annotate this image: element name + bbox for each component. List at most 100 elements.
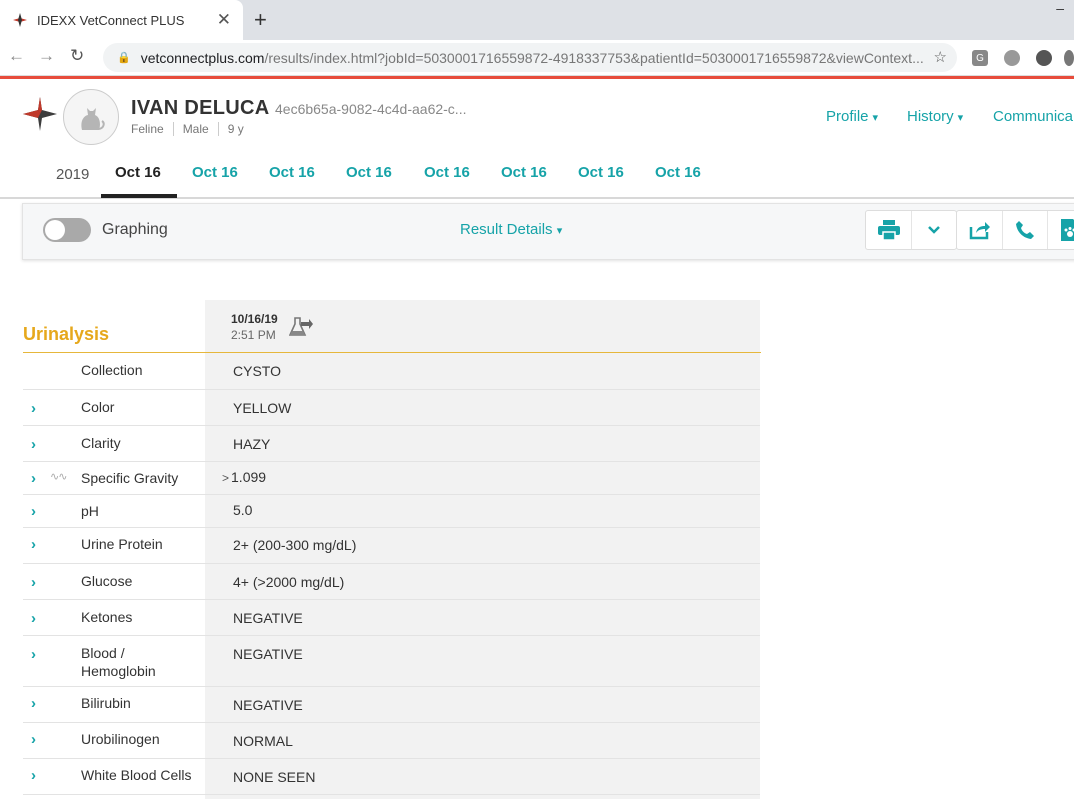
chevron-right-icon[interactable]: › <box>31 503 36 520</box>
call-button[interactable] <box>1002 211 1047 249</box>
chevron-right-icon[interactable]: › <box>31 646 36 663</box>
test-value: CYSTO <box>233 363 281 379</box>
print-options-button[interactable] <box>911 211 956 249</box>
chevron-right-icon[interactable]: › <box>31 767 36 784</box>
table-row[interactable]: › ∿∿ Specific Gravity >1.099 <box>23 462 760 495</box>
table-row[interactable]: › Urine Protein 2+ (200-300 mg/dL) <box>23 528 760 564</box>
chevron-right-icon[interactable]: › <box>31 536 36 553</box>
tab-title: IDEXX VetConnect PLUS <box>37 12 185 28</box>
url-host: vetconnectplus.com <box>140 49 265 66</box>
history-menu[interactable]: History ▾ <box>907 108 963 125</box>
date-tab[interactable]: Oct 16 <box>346 164 392 181</box>
chevron-right-icon[interactable]: › <box>31 731 36 748</box>
date-tab[interactable]: Oct 16 <box>424 164 470 181</box>
minimize-icon[interactable]: – <box>1056 0 1064 16</box>
url-input[interactable]: 🔒 vetconnectplus.com/results/index.html?… <box>103 43 957 72</box>
pet-report-button[interactable] <box>1047 211 1074 249</box>
chevron-right-icon[interactable]: › <box>31 470 36 487</box>
test-name: Bilirubin <box>81 695 131 711</box>
test-name: White Blood Cells <box>81 767 192 783</box>
table-row[interactable]: › Color YELLOW <box>23 390 760 426</box>
date-tab[interactable]: Oct 16 <box>578 164 624 181</box>
table-row[interactable]: › Glucose 4+ (>2000 mg/dL) <box>23 564 760 600</box>
test-name: Urobilinogen <box>81 731 160 747</box>
phone-icon <box>1016 221 1034 239</box>
test-value: NONE SEEN <box>233 769 316 785</box>
patient-age: 9 y <box>217 122 253 136</box>
table-row[interactable]: › Bilirubin NEGATIVE <box>23 687 760 723</box>
action-group <box>956 210 1074 250</box>
active-tab-indicator <box>101 194 177 198</box>
communications-label: Communica <box>993 108 1074 125</box>
patient-meta: Feline Male 9 y <box>131 122 253 136</box>
test-name: Color <box>81 399 115 415</box>
test-name: Blood / Hemoglobin <box>81 645 156 679</box>
share-icon <box>969 222 990 240</box>
date-tab[interactable]: Oct 16 <box>501 164 547 181</box>
graphing-toggle[interactable] <box>43 218 91 242</box>
extension-circle-icon[interactable] <box>1036 50 1052 66</box>
test-name: Specific Gravity <box>81 470 179 486</box>
lock-icon: 🔒 <box>117 52 131 64</box>
back-icon[interactable]: ← <box>8 46 25 66</box>
new-tab-icon[interactable]: + <box>254 9 267 31</box>
reload-icon[interactable]: ↻ <box>70 46 84 66</box>
browser-tabbar: IDEXX VetConnect PLUS ✕ + – <box>0 0 1074 40</box>
trend-icon[interactable]: ∿∿ <box>50 470 67 483</box>
table-row[interactable]: › Blood / Hemoglobin NEGATIVE <box>23 636 760 687</box>
history-label: History <box>907 108 954 125</box>
extension-partial-icon[interactable] <box>1064 50 1074 66</box>
table-row[interactable]: › White Blood Cells NONE SEEN <box>23 759 760 795</box>
chevron-down-icon: ▾ <box>872 112 879 124</box>
date-tabs: 2019 Oct 16 Oct 16 Oct 16 Oct 16 Oct 16 … <box>0 152 1074 199</box>
idexx-logo-icon[interactable] <box>23 97 57 131</box>
share-button[interactable] <box>957 211 1002 249</box>
test-value: YELLOW <box>233 400 292 416</box>
print-button[interactable] <box>866 211 911 249</box>
extension-g-icon[interactable]: G <box>972 50 988 66</box>
chevron-right-icon[interactable]: › <box>31 574 36 591</box>
toggle-knob <box>45 220 65 240</box>
result-details-label: Result Details <box>460 221 553 238</box>
pet-document-icon <box>1061 219 1074 241</box>
table-row: Collection CYSTO <box>23 353 760 390</box>
profile-menu[interactable]: Profile ▾ <box>826 108 878 125</box>
date-tab[interactable]: Oct 16 <box>269 164 315 181</box>
test-name: pH <box>81 503 99 519</box>
chevron-right-icon[interactable]: › <box>31 400 36 417</box>
chevron-down-icon <box>928 226 940 234</box>
chevron-right-icon[interactable]: › <box>31 436 36 453</box>
result-time: 2:51 PM <box>231 328 276 342</box>
test-value: NEGATIVE <box>233 610 303 626</box>
communications-menu[interactable]: Communica <box>993 108 1073 125</box>
test-name: Ketones <box>81 609 133 625</box>
date-tab-active[interactable]: Oct 16 <box>115 164 161 181</box>
test-name: Clarity <box>81 435 121 451</box>
url-path: /results/index.html?jobId=50300017165598… <box>264 49 924 66</box>
brand-line <box>0 76 1074 79</box>
table-row[interactable]: › Urobilinogen NORMAL <box>23 723 760 759</box>
results-toolbar: Graphing Result Details ▾ <box>22 203 1074 260</box>
chevron-right-icon[interactable]: › <box>31 610 36 627</box>
chevron-right-icon[interactable]: › <box>31 695 36 712</box>
lab-flask-icon[interactable] <box>288 316 313 343</box>
year-label: 2019 <box>56 166 90 183</box>
test-value: 4+ (>2000 mg/dL) <box>233 574 345 590</box>
patient-name: IVAN DELUCA <box>131 97 270 119</box>
extension-ghost-icon[interactable] <box>1004 50 1020 66</box>
table-row[interactable]: › pH 5.0 <box>23 495 760 528</box>
test-value: HAZY <box>233 436 271 452</box>
close-tab-icon[interactable]: ✕ <box>217 11 231 28</box>
address-bar: ← → ↻ 🔒 vetconnectplus.com/results/index… <box>0 40 1074 76</box>
result-details-dropdown[interactable]: Result Details ▾ <box>460 221 562 238</box>
table-row[interactable]: › Ketones NEGATIVE <box>23 600 760 636</box>
date-tab[interactable]: Oct 16 <box>655 164 701 181</box>
browser-tab[interactable]: IDEXX VetConnect PLUS ✕ <box>0 0 243 40</box>
forward-icon[interactable]: → <box>38 46 55 66</box>
cat-icon <box>81 108 105 130</box>
table-row[interactable]: › Clarity HAZY <box>23 426 760 462</box>
bookmark-star-icon[interactable]: ☆ <box>934 48 947 66</box>
date-tab[interactable]: Oct 16 <box>192 164 238 181</box>
chevron-down-icon: ▾ <box>556 225 563 237</box>
print-group <box>865 210 957 250</box>
